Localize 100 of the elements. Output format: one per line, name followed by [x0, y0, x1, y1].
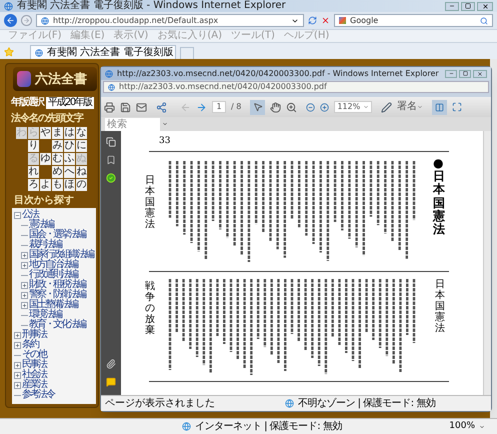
section-heading: 法令名の先頭文字	[11, 114, 84, 124]
bookmark-icon[interactable]	[106, 155, 116, 165]
kana-button[interactable]: よ	[40, 179, 51, 191]
kana-button[interactable]: や	[40, 127, 51, 139]
tree-item[interactable]: 地方自治法編	[29, 260, 77, 270]
signature-check-icon[interactable]	[106, 173, 116, 183]
search-icon[interactable]	[480, 16, 488, 24]
pen-icon[interactable]	[381, 102, 392, 112]
tree-item[interactable]: その他	[22, 350, 46, 360]
comments-icon[interactable]	[106, 377, 116, 387]
maximize-icon	[462, 71, 468, 76]
collapse-toggle[interactable]	[14, 212, 21, 218]
caret-icon	[363, 104, 370, 110]
print-icon[interactable]	[104, 102, 115, 112]
kana-button[interactable]: は	[64, 127, 75, 139]
kana-button[interactable]: ま	[52, 127, 63, 139]
kana-button[interactable]: ろ	[28, 179, 39, 191]
edition-label: 年版選択	[11, 98, 43, 108]
tree-item[interactable]: 産業法	[22, 380, 46, 390]
tree-item[interactable]: 憲法編	[29, 220, 53, 230]
address-field[interactable]: http://zroppou.cloudapp.net/Default.aspx	[36, 14, 304, 27]
tree-item[interactable]: 警察・防衛法編	[29, 290, 85, 300]
attachment-icon[interactable]	[106, 359, 116, 369]
kana-button[interactable]: り	[28, 140, 39, 152]
tree-item[interactable]: 条約	[22, 340, 38, 350]
tree-item[interactable]: 財政・租税法編	[29, 280, 85, 290]
expand-toggle[interactable]	[14, 342, 21, 348]
zoom-in-icon[interactable]	[320, 102, 330, 112]
save-icon[interactable]	[120, 102, 131, 112]
caret-icon	[479, 424, 485, 430]
fit-page-icon[interactable]	[452, 102, 462, 112]
kana-button[interactable]: ね	[76, 166, 87, 178]
expand-toggle[interactable]	[14, 362, 21, 368]
kana-button[interactable]: め	[52, 166, 63, 178]
tree-item[interactable]: 教育・文化法編	[29, 320, 85, 330]
forward-button[interactable]	[21, 15, 32, 26]
kana-button[interactable]: み	[52, 140, 63, 152]
tree-item[interactable]: 環境法編	[29, 310, 61, 320]
tree-item[interactable]: 国家行政組織法編	[29, 250, 93, 260]
scrollbar[interactable]	[483, 131, 491, 395]
zone-icon	[285, 399, 294, 408]
select-tool-button[interactable]	[250, 100, 266, 114]
kana-button[interactable]: ひ	[64, 140, 75, 152]
kana-button[interactable]: ふ	[64, 153, 75, 165]
page-view-button[interactable]	[432, 100, 448, 114]
share-icon[interactable]	[156, 102, 167, 112]
close-button[interactable]	[477, 2, 493, 10]
tree-item[interactable]: 刑事法	[22, 330, 46, 340]
refresh-icon[interactable]	[308, 16, 317, 25]
back-button[interactable]	[4, 14, 17, 27]
kana-button[interactable]: む	[52, 153, 63, 165]
edition-select[interactable]: 平成20年版	[46, 97, 94, 109]
kana-button[interactable]: の	[76, 179, 87, 191]
page-number-field[interactable]: 1	[212, 101, 226, 113]
tree-item[interactable]: 参考法令	[22, 390, 54, 400]
hand-tool-icon[interactable]	[270, 102, 282, 112]
expand-toggle[interactable]	[14, 382, 21, 388]
expand-toggle[interactable]	[21, 292, 28, 298]
next-page-icon[interactable]	[196, 102, 207, 112]
page-icon	[35, 48, 43, 56]
tree-item[interactable]: 公法	[22, 210, 38, 220]
tree-item[interactable]: 社会法	[22, 370, 46, 380]
minimize-button[interactable]	[445, 2, 459, 10]
zoom-select[interactable]: 112%	[334, 101, 372, 113]
zoom-level[interactable]: 100%	[449, 422, 485, 431]
expand-toggle[interactable]	[21, 302, 28, 308]
tree-item[interactable]: 行政通則法編	[29, 270, 77, 280]
tree-item[interactable]: 裁判法編	[29, 240, 61, 250]
tree-item[interactable]: 民事法	[22, 360, 46, 370]
tree-item[interactable]: 国土整備法編	[29, 300, 77, 310]
minimize-icon	[449, 3, 455, 9]
search-field[interactable]: 検索	[105, 118, 160, 130]
expand-toggle[interactable]	[14, 372, 21, 378]
kana-button[interactable]: も	[52, 179, 63, 191]
kana-button[interactable]: れ	[28, 166, 39, 178]
zone-status: インターネット | 保護モード: 無効	[195, 422, 342, 432]
minimize-button[interactable]	[445, 70, 457, 78]
kana-button[interactable]: ほ	[64, 179, 75, 191]
pages-icon[interactable]	[106, 137, 116, 147]
zoom-out-icon[interactable]	[306, 102, 316, 112]
running-head: 日本国憲法	[435, 279, 445, 334]
stop-icon[interactable]	[321, 16, 330, 25]
tree-item[interactable]: 国会・選挙法編	[29, 230, 85, 240]
maximize-icon	[465, 3, 471, 9]
close-button[interactable]	[473, 70, 487, 78]
expand-toggle[interactable]	[21, 262, 28, 268]
search-field[interactable]: Google	[334, 14, 493, 27]
browser-tab[interactable]: 有斐閣 六法全書 電子復刻版	[30, 45, 176, 59]
email-icon[interactable]	[136, 102, 147, 112]
expand-toggle[interactable]	[21, 282, 28, 288]
favorites-star-icon[interactable]	[4, 47, 14, 57]
kana-button[interactable]: ゆ	[40, 153, 51, 165]
maximize-button[interactable]	[461, 2, 475, 10]
kana-button[interactable]: な	[76, 127, 87, 139]
kana-button[interactable]: へ	[64, 166, 75, 178]
expand-toggle[interactable]	[21, 252, 28, 258]
sign-menu-button[interactable]: 署名	[397, 102, 424, 112]
zoom-tool-icon[interactable]	[286, 102, 298, 112]
expand-toggle[interactable]	[14, 332, 21, 338]
kana-button[interactable]: に	[76, 140, 87, 152]
